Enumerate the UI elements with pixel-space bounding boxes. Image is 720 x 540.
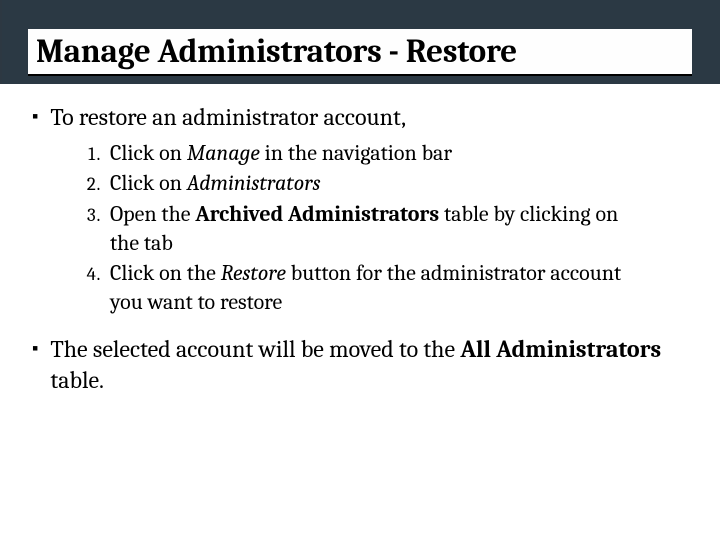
square-bullet-icon: ▪ bbox=[32, 334, 38, 364]
square-bullet-icon: ▪ bbox=[32, 102, 38, 132]
step-3-text: Open the Archived Administrators table b… bbox=[110, 201, 618, 256]
bullet-item-2: ▪ The selected account will be moved to … bbox=[54, 334, 680, 395]
title-container: Manage Administrators - Restore bbox=[28, 29, 692, 76]
step-3: Open the Archived Administrators table b… bbox=[104, 200, 640, 257]
step-2: Click on Administrators bbox=[104, 169, 640, 198]
steps-list: Click on Manage in the navigation bar Cl… bbox=[80, 139, 680, 317]
bullet-2-text: The selected account will be moved to th… bbox=[50, 334, 680, 395]
bullet-item-1: ▪ To restore an administrator account, bbox=[54, 102, 680, 133]
page-title: Manage Administrators - Restore bbox=[36, 35, 684, 70]
step-4: Click on the Restore button for the admi… bbox=[104, 259, 640, 316]
slide-header: Manage Administrators - Restore bbox=[0, 0, 720, 84]
step-4-text: Click on the Restore button for the admi… bbox=[110, 260, 621, 315]
step-2-text: Click on Administrators bbox=[110, 170, 321, 196]
slide-body: ▪ To restore an administrator account, C… bbox=[0, 84, 720, 396]
step-1-text: Click on Manage in the navigation bar bbox=[110, 140, 452, 166]
step-1: Click on Manage in the navigation bar bbox=[104, 139, 640, 168]
bullet-1-text: To restore an administrator account, bbox=[50, 102, 406, 133]
